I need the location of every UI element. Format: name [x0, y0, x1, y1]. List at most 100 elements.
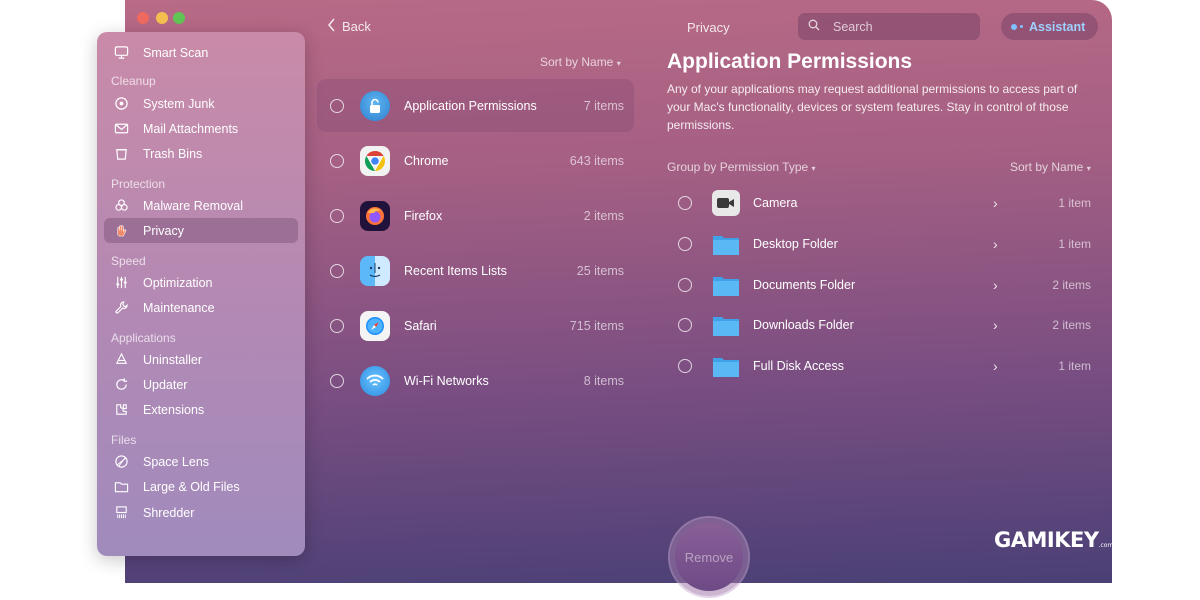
remove-button[interactable]: Remove: [675, 523, 743, 591]
permission-row-camera[interactable]: Camera › 1 item: [670, 183, 1095, 223]
sidebar-item-trash-bins[interactable]: Trash Bins: [104, 141, 298, 166]
select-radio[interactable]: [678, 237, 692, 251]
list-item-chrome[interactable]: Chrome 643 items: [317, 134, 634, 187]
sidebar-item-updater[interactable]: Updater: [104, 372, 298, 397]
sidebar-item-label: Malware Removal: [143, 198, 244, 213]
sidebar-item-label: System Junk: [143, 96, 215, 111]
assistant-dot-icon: [1011, 23, 1017, 30]
app-name: Firefox: [404, 208, 443, 223]
permission-count: 1 item: [1058, 359, 1091, 373]
select-radio[interactable]: [330, 373, 344, 388]
permission-row-desktop-folder[interactable]: Desktop Folder › 1 item: [670, 224, 1095, 264]
app-count: 643 items: [569, 153, 624, 168]
sidebar-item-maintenance[interactable]: Maintenance: [104, 295, 298, 320]
permission-name: Documents Folder: [753, 278, 856, 292]
watermark-suffix: .com: [1098, 542, 1114, 549]
permission-count: 1 item: [1058, 237, 1091, 251]
chevron-right-icon[interactable]: ›: [993, 358, 1013, 374]
select-radio[interactable]: [330, 318, 344, 333]
list-item-wifi-networks[interactable]: Wi-Fi Networks 8 items: [317, 354, 634, 407]
sort-dropdown-apps[interactable]: Sort by Name ▾: [540, 55, 621, 69]
sidebar-section-speed: Speed: [111, 254, 146, 268]
group-by-dropdown[interactable]: Group by Permission Type ▾: [667, 160, 816, 174]
chrome-icon: [360, 145, 390, 176]
permission-count: 1 item: [1058, 196, 1091, 210]
finder-icon: [360, 255, 390, 286]
trash-icon: [113, 146, 129, 162]
sidebar-item-shredder[interactable]: Shredder: [104, 500, 298, 525]
disk-icon: [113, 96, 129, 112]
close-window-button[interactable]: [137, 12, 149, 24]
sidebar-item-mail-attachments[interactable]: Mail Attachments: [104, 116, 298, 141]
select-radio[interactable]: [678, 318, 692, 332]
app-count: 7 items: [583, 98, 624, 113]
wifi-icon: [360, 365, 390, 396]
chevron-right-icon[interactable]: ›: [993, 236, 1013, 252]
sort-label: Sort by Name: [1010, 160, 1084, 174]
permission-row-documents-folder[interactable]: Documents Folder › 2 items: [670, 265, 1095, 305]
permission-row-full-disk-access[interactable]: Full Disk Access › 1 item: [670, 346, 1095, 386]
sidebar-section-applications: Applications: [111, 331, 176, 345]
sidebar-item-extensions[interactable]: Extensions: [104, 397, 298, 422]
search-input[interactable]: [833, 19, 963, 34]
app-name: Recent Items Lists: [404, 263, 507, 278]
sidebar-item-privacy[interactable]: Privacy: [104, 218, 298, 243]
app-name: Application Permissions: [404, 98, 537, 113]
list-item-safari[interactable]: Safari 715 items: [317, 299, 634, 352]
sidebar-item-label: Space Lens: [143, 454, 210, 469]
apps-icon: [113, 352, 129, 368]
chevron-right-icon[interactable]: ›: [993, 317, 1013, 333]
caret-down-icon: ▾: [1086, 164, 1091, 173]
list-item-application-permissions[interactable]: Application Permissions 7 items: [317, 79, 634, 132]
safari-icon: [360, 310, 390, 341]
remove-button-ring: Remove: [670, 518, 748, 596]
folder-icon: [712, 353, 740, 379]
sidebar-item-malware-removal[interactable]: Malware Removal: [104, 193, 298, 218]
list-item-recent-items-lists[interactable]: Recent Items Lists 25 items: [317, 244, 634, 297]
hand-icon: [113, 223, 129, 239]
select-radio[interactable]: [330, 98, 344, 113]
select-radio[interactable]: [330, 153, 344, 168]
lens-icon: [113, 454, 129, 470]
permission-name: Downloads Folder: [753, 318, 854, 332]
minimize-window-button[interactable]: [156, 12, 168, 24]
firefox-icon: [360, 200, 390, 231]
select-radio[interactable]: [678, 196, 692, 210]
permission-row-downloads-folder[interactable]: Downloads Folder › 2 items: [670, 305, 1095, 345]
select-radio[interactable]: [330, 263, 344, 278]
folder-icon: [712, 312, 740, 338]
sort-label: Sort by Name: [540, 55, 614, 69]
sidebar-item-uninstaller[interactable]: Uninstaller: [104, 347, 298, 372]
zoom-window-button[interactable]: [173, 12, 185, 24]
chevron-left-icon: [327, 18, 336, 35]
sidebar-item-label: Maintenance: [143, 300, 215, 315]
sidebar-section-protection: Protection: [111, 177, 166, 191]
extensions-icon: [113, 402, 129, 418]
sidebar-item-large-old-files[interactable]: Large & Old Files: [104, 474, 298, 499]
permission-name: Camera: [753, 196, 798, 210]
sidebar-item-label: Mail Attachments: [143, 121, 239, 136]
chevron-right-icon[interactable]: ›: [993, 277, 1013, 293]
sort-dropdown-permissions[interactable]: Sort by Name ▾: [1010, 160, 1091, 174]
sidebar-item-smart-scan[interactable]: Smart Scan: [104, 40, 298, 65]
select-radio[interactable]: [678, 359, 692, 373]
sidebar-item-space-lens[interactable]: Space Lens: [104, 449, 298, 474]
sidebar-item-label: Uninstaller: [143, 352, 203, 367]
sidebar-item-system-junk[interactable]: System Junk: [104, 91, 298, 116]
chevron-right-icon[interactable]: ›: [993, 195, 1013, 211]
back-button[interactable]: Back: [327, 18, 371, 35]
page-title: Privacy: [687, 20, 730, 35]
sliders-icon: [113, 275, 129, 291]
sidebar-item-optimization[interactable]: Optimization: [104, 270, 298, 295]
details-description: Any of your applications may request add…: [667, 82, 1078, 132]
select-radio[interactable]: [678, 278, 692, 292]
list-item-firefox[interactable]: Firefox 2 items: [317, 189, 634, 242]
folder-icon: [712, 231, 740, 257]
shredder-icon: [113, 505, 129, 521]
caret-down-icon: ▾: [616, 59, 621, 68]
assistant-button[interactable]: Assistant: [1001, 13, 1098, 40]
search-box[interactable]: [798, 13, 980, 40]
select-radio[interactable]: [330, 208, 344, 223]
sidebar-item-label: Optimization: [143, 275, 213, 290]
back-label: Back: [342, 19, 371, 34]
